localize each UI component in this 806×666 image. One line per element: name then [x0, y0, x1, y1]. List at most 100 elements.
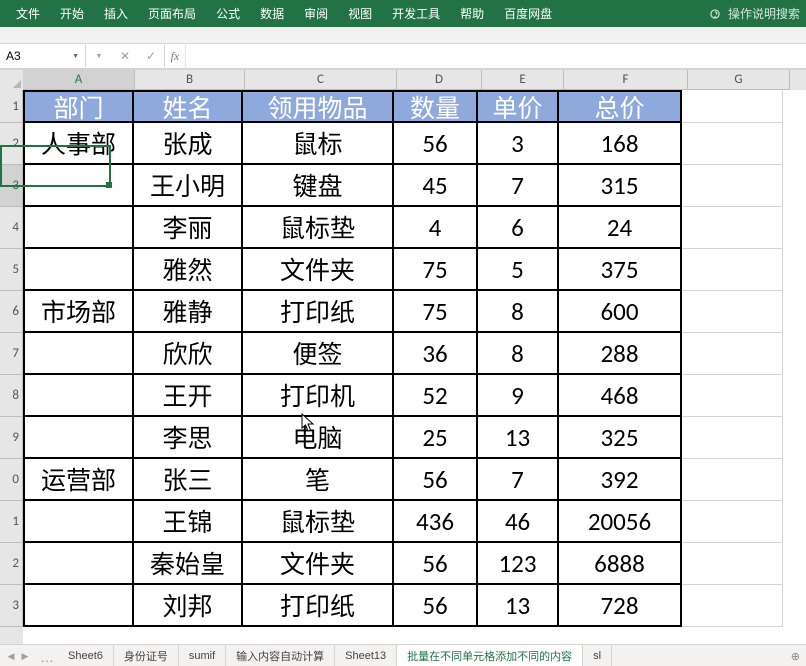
cell[interactable]: 电脑 — [243, 417, 394, 459]
cell[interactable]: 24 — [559, 207, 682, 249]
tab-nav-next-icon[interactable]: ▶ — [18, 651, 32, 662]
ribbon-tab-审阅[interactable]: 审阅 — [294, 0, 338, 27]
cell[interactable]: 75 — [394, 291, 478, 333]
cell[interactable]: 7 — [478, 165, 559, 207]
row-header[interactable]: 1 — [0, 501, 23, 543]
sheet-tab[interactable]: sl — [583, 645, 612, 666]
cell[interactable] — [23, 585, 134, 627]
column-header-C[interactable]: C — [245, 70, 397, 90]
cell[interactable]: 张三 — [134, 459, 243, 501]
cell[interactable]: 56 — [394, 543, 478, 585]
sheet-tab[interactable]: Sheet13 — [335, 645, 397, 666]
row-header[interactable]: 3 — [0, 585, 23, 627]
cell[interactable]: 9 — [478, 375, 559, 417]
ribbon-tab-视图[interactable]: 视图 — [338, 0, 382, 27]
cell[interactable]: 375 — [559, 249, 682, 291]
ribbon-tab-帮助[interactable]: 帮助 — [450, 0, 494, 27]
tab-scroll-dots[interactable]: … — [36, 652, 58, 662]
cell[interactable]: 刘邦 — [134, 585, 243, 627]
cell[interactable] — [682, 543, 783, 585]
row-header[interactable]: 3 — [0, 165, 23, 207]
select-all-corner[interactable] — [0, 70, 24, 91]
cell[interactable]: 运营部 — [23, 459, 134, 501]
sheet-tab[interactable]: 输入内容自动计算 — [226, 645, 335, 666]
name-box[interactable]: A3▼ — [0, 45, 86, 67]
cell[interactable]: 王小明 — [134, 165, 243, 207]
cell[interactable]: 文件夹 — [243, 543, 394, 585]
cell[interactable]: 李思 — [134, 417, 243, 459]
cell[interactable]: 13 — [478, 417, 559, 459]
cell[interactable] — [682, 90, 783, 123]
cell[interactable]: 56 — [394, 585, 478, 627]
cell[interactable] — [682, 417, 783, 459]
cell[interactable] — [23, 333, 134, 375]
cell[interactable]: 王锦 — [134, 501, 243, 543]
cell[interactable] — [682, 333, 783, 375]
sheet-tab[interactable]: sumif — [179, 645, 226, 666]
cell[interactable]: 4 — [394, 207, 478, 249]
cell[interactable]: 李丽 — [134, 207, 243, 249]
cell[interactable]: 文件夹 — [243, 249, 394, 291]
cell[interactable]: 3 — [478, 123, 559, 165]
cell[interactable] — [23, 417, 134, 459]
row-header[interactable]: 6 — [0, 291, 23, 333]
cell[interactable]: 392 — [559, 459, 682, 501]
cell[interactable] — [682, 207, 783, 249]
sheet-tab[interactable]: 身份证号 — [114, 645, 179, 666]
chevron-down-icon[interactable]: ▼ — [86, 53, 112, 60]
column-header-D[interactable]: D — [397, 70, 482, 90]
ribbon-tab-文件[interactable]: 文件 — [6, 0, 50, 27]
cell[interactable]: 25 — [394, 417, 478, 459]
column-header-G[interactable]: G — [688, 70, 790, 90]
cell[interactable]: 46 — [478, 501, 559, 543]
ribbon-tab-页面布局[interactable]: 页面布局 — [138, 0, 206, 27]
row-header[interactable]: 2 — [0, 123, 23, 165]
cell[interactable]: 打印机 — [243, 375, 394, 417]
cell[interactable]: 36 — [394, 333, 478, 375]
cell[interactable]: 8 — [478, 333, 559, 375]
cell[interactable]: 75 — [394, 249, 478, 291]
cell[interactable]: 325 — [559, 417, 682, 459]
sheet-tab[interactable]: Sheet6 — [58, 645, 114, 666]
ribbon-tab-百度网盘[interactable]: 百度网盘 — [494, 0, 562, 27]
cell[interactable]: 张成 — [134, 123, 243, 165]
fx-icon[interactable]: fx — [165, 45, 186, 67]
cell[interactable]: 6888 — [559, 543, 682, 585]
row-header[interactable]: 4 — [0, 207, 23, 249]
cell[interactable]: 7 — [478, 459, 559, 501]
tell-me-search[interactable]: 操作说明搜索 — [708, 5, 800, 22]
ribbon-tab-插入[interactable]: 插入 — [94, 0, 138, 27]
cell[interactable] — [682, 249, 783, 291]
cell[interactable] — [682, 375, 783, 417]
cell[interactable]: 便签 — [243, 333, 394, 375]
column-header-B[interactable]: B — [135, 70, 245, 90]
row-header[interactable]: 5 — [0, 249, 23, 291]
cell[interactable]: 436 — [394, 501, 478, 543]
cell[interactable]: 8 — [478, 291, 559, 333]
cell[interactable]: 鼠标 — [243, 123, 394, 165]
cell[interactable] — [682, 165, 783, 207]
table-header-cell[interactable]: 总价 — [559, 90, 682, 123]
cell[interactable]: 315 — [559, 165, 682, 207]
cell[interactable]: 王开 — [134, 375, 243, 417]
ribbon-tab-数据[interactable]: 数据 — [250, 0, 294, 27]
add-sheet-icon[interactable]: ⊕ — [785, 650, 806, 663]
cell[interactable]: 6 — [478, 207, 559, 249]
cell[interactable] — [682, 501, 783, 543]
cell[interactable]: 168 — [559, 123, 682, 165]
cell[interactable]: 52 — [394, 375, 478, 417]
row-header[interactable]: 2 — [0, 543, 23, 585]
ribbon-tab-开发工具[interactable]: 开发工具 — [382, 0, 450, 27]
cell[interactable] — [682, 585, 783, 627]
cell[interactable]: 雅静 — [134, 291, 243, 333]
column-header-F[interactable]: F — [564, 70, 688, 90]
cell[interactable]: 雅然 — [134, 249, 243, 291]
table-header-cell[interactable]: 单价 — [478, 90, 559, 123]
cell[interactable]: 打印纸 — [243, 291, 394, 333]
cell[interactable]: 45 — [394, 165, 478, 207]
table-header-cell[interactable]: 数量 — [394, 90, 478, 123]
cell[interactable] — [23, 375, 134, 417]
cell[interactable]: 鼠标垫 — [243, 207, 394, 249]
row-header[interactable]: 9 — [0, 417, 23, 459]
cell[interactable] — [23, 543, 134, 585]
